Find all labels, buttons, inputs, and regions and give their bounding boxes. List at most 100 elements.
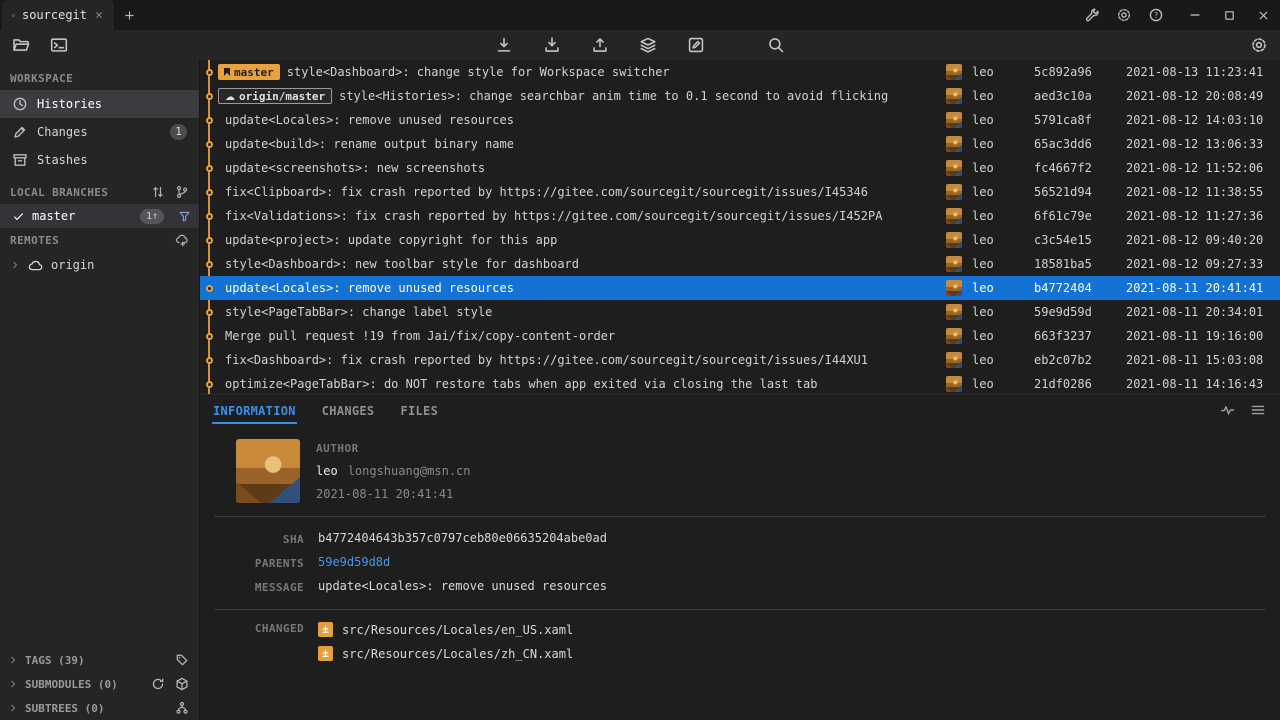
commit-message: update<project>: update copyright for th… bbox=[225, 233, 946, 247]
plus-icon bbox=[123, 9, 136, 22]
new-tab-button[interactable] bbox=[114, 0, 144, 30]
remote-item-origin[interactable]: origin bbox=[0, 252, 199, 278]
commit-author: leo bbox=[972, 281, 1034, 295]
repository-settings-button[interactable] bbox=[1250, 36, 1268, 54]
filter-icon[interactable] bbox=[178, 210, 191, 223]
fetch-button[interactable] bbox=[495, 36, 513, 54]
sidebar-item-label: Stashes bbox=[37, 153, 88, 167]
open-repository-button[interactable] bbox=[12, 36, 30, 54]
search-icon bbox=[767, 36, 785, 54]
minimize-button[interactable] bbox=[1178, 0, 1212, 30]
submodules-actions bbox=[151, 677, 189, 691]
commit-row[interactable]: style<Dashboard>: new toolbar style for … bbox=[200, 252, 1280, 276]
subtrees-actions bbox=[175, 701, 189, 715]
sidebar-item-changes[interactable]: Changes 1 bbox=[0, 118, 199, 146]
add-branch-icon[interactable] bbox=[175, 185, 189, 199]
commit-row[interactable]: Merge pull request !19 from Jai/fix/copy… bbox=[200, 324, 1280, 348]
branch-item-master[interactable]: master 1↑ bbox=[0, 204, 199, 228]
repository-tab[interactable]: sourcegit bbox=[2, 0, 114, 30]
changed-file-row[interactable]: ± src/Resources/Locales/zh_CN.xaml bbox=[318, 644, 573, 663]
commit-row[interactable]: update<screenshots>: new screenshots leo… bbox=[200, 156, 1280, 180]
modified-file-icon: ± bbox=[318, 622, 333, 637]
commit-row[interactable]: update<project>: update copyright for th… bbox=[200, 228, 1280, 252]
maximize-button[interactable] bbox=[1212, 0, 1246, 30]
tab-files[interactable]: FILES bbox=[399, 397, 439, 424]
compare-branches-icon[interactable] bbox=[151, 185, 165, 199]
branch-ref-label: master bbox=[234, 66, 274, 79]
commit-author: leo bbox=[972, 65, 1034, 79]
maximize-icon bbox=[1223, 9, 1236, 22]
commit-author: leo bbox=[972, 329, 1034, 343]
commit-time: 2021-08-12 11:27:36 bbox=[1126, 209, 1276, 223]
commit-row[interactable]: fix<Validations>: fix crash reported by … bbox=[200, 204, 1280, 228]
commit-dot bbox=[206, 381, 213, 388]
commit-refs: origin/master bbox=[218, 88, 332, 104]
terminal-button[interactable] bbox=[50, 36, 68, 54]
add-tag-icon[interactable] bbox=[175, 653, 189, 667]
sidebar-item-histories[interactable]: Histories bbox=[0, 90, 199, 118]
commit-row[interactable]: update<Locales>: remove unused resources… bbox=[200, 276, 1280, 300]
stashes-button[interactable] bbox=[639, 36, 657, 54]
section-subtrees[interactable]: SUBTREES (0) bbox=[0, 696, 199, 720]
commit-row[interactable]: optimize<PageTabBar>: do NOT restore tab… bbox=[200, 372, 1280, 394]
commit-author: leo bbox=[972, 377, 1034, 391]
parent-sha-link[interactable]: 59e9d59d8d bbox=[318, 555, 390, 569]
commit-row[interactable]: master style<Dashboard>: change style fo… bbox=[200, 60, 1280, 84]
section-submodules[interactable]: SUBMODULES (0) bbox=[0, 672, 199, 696]
section-tags[interactable]: TAGS (39) bbox=[0, 648, 199, 672]
titlebar: sourcegit bbox=[0, 0, 1280, 30]
toolbar bbox=[0, 30, 1280, 60]
commit-row[interactable]: fix<Clipboard>: fix crash reported by ht… bbox=[200, 180, 1280, 204]
commit-row[interactable]: style<PageTabBar>: change label style le… bbox=[200, 300, 1280, 324]
graph-cell bbox=[200, 93, 218, 100]
file-path: src/Resources/Locales/zh_CN.xaml bbox=[342, 647, 573, 661]
modified-file-icon: ± bbox=[318, 646, 333, 661]
add-submodule-icon[interactable] bbox=[175, 677, 189, 691]
graph-cell bbox=[200, 309, 218, 316]
tab-title: sourcegit bbox=[22, 8, 87, 22]
parents-row: PARENTS 59e9d59d8d bbox=[200, 551, 1280, 575]
about-button[interactable] bbox=[1148, 7, 1164, 23]
commit-row[interactable]: origin/master style<Histories>: change s… bbox=[200, 84, 1280, 108]
close-window-button[interactable] bbox=[1246, 0, 1280, 30]
changed-file-row[interactable]: ± src/Resources/Locales/en_US.xaml bbox=[318, 620, 573, 639]
chevron-right-icon bbox=[8, 655, 18, 665]
tab-changes[interactable]: CHANGES bbox=[321, 397, 376, 424]
section-label: TAGS (39) bbox=[25, 654, 85, 667]
add-subtree-icon[interactable] bbox=[175, 701, 189, 715]
author-name: leo bbox=[316, 464, 338, 478]
pull-button[interactable] bbox=[543, 36, 561, 54]
curve-icon[interactable] bbox=[1220, 402, 1236, 418]
push-button[interactable] bbox=[591, 36, 609, 54]
check-icon bbox=[12, 210, 25, 223]
graph-cell bbox=[200, 141, 218, 148]
push-icon bbox=[591, 36, 609, 54]
refresh-submodules-icon[interactable] bbox=[151, 677, 165, 691]
local-branch-badge: master bbox=[218, 64, 280, 80]
commit-time: 2021-08-13 11:23:41 bbox=[1126, 65, 1276, 79]
tab-information[interactable]: INFORMATION bbox=[212, 397, 297, 424]
commit-sha: aed3c10a bbox=[1034, 89, 1126, 103]
commit-button[interactable] bbox=[687, 36, 705, 54]
hotkeys-button[interactable] bbox=[1084, 7, 1100, 23]
close-tab-button[interactable] bbox=[94, 10, 104, 20]
graph-cell bbox=[200, 381, 218, 388]
remotes-header-label: REMOTES bbox=[10, 234, 59, 247]
commit-time: 2021-08-11 19:16:00 bbox=[1126, 329, 1276, 343]
list-icon[interactable] bbox=[1250, 402, 1266, 418]
search-button[interactable] bbox=[767, 36, 785, 54]
add-remote-icon[interactable] bbox=[175, 233, 189, 247]
chevron-right-icon bbox=[8, 679, 18, 689]
preferences-button[interactable] bbox=[1116, 7, 1132, 23]
chevron-right-icon[interactable] bbox=[10, 260, 20, 270]
wrench-icon bbox=[1084, 7, 1100, 23]
commit-row[interactable]: update<build>: rename output binary name… bbox=[200, 132, 1280, 156]
remote-branch-badge: origin/master bbox=[218, 88, 332, 104]
commit-row[interactable]: update<Locales>: remove unused resources… bbox=[200, 108, 1280, 132]
graph-cell bbox=[200, 333, 218, 340]
archive-icon bbox=[12, 152, 28, 168]
sidebar-item-stashes[interactable]: Stashes bbox=[0, 146, 199, 174]
commit-dot bbox=[206, 141, 213, 148]
commit-row[interactable]: fix<Dashboard>: fix crash reported by ht… bbox=[200, 348, 1280, 372]
commit-dot bbox=[206, 189, 213, 196]
